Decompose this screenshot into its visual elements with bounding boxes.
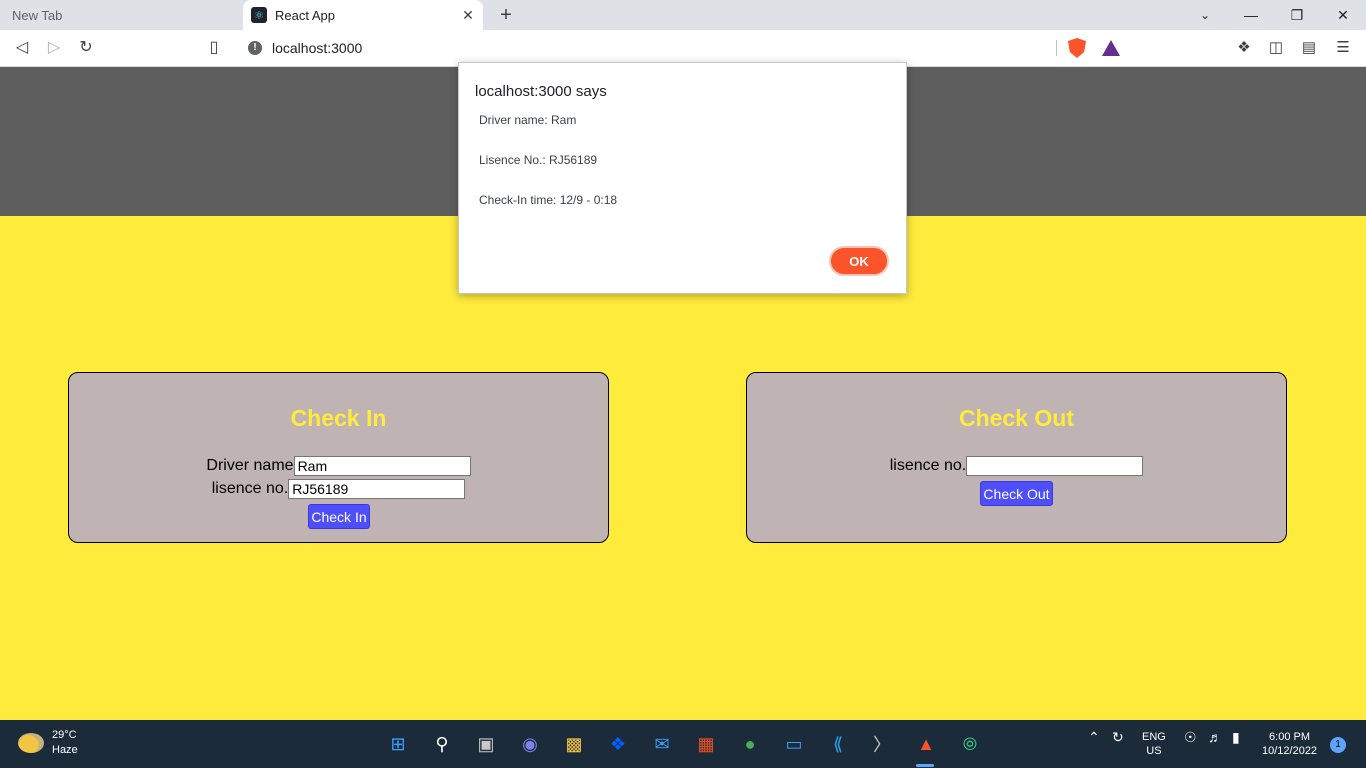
check-in-button[interactable]: Check In bbox=[308, 504, 370, 529]
chat-icon[interactable]: ◉ bbox=[516, 730, 544, 758]
clock-time: 6:00 PM bbox=[1269, 731, 1311, 743]
dialog-license-line: Lisence No.: RJ56189 bbox=[479, 153, 598, 167]
restore-button[interactable]: ❐ bbox=[1274, 0, 1320, 30]
temperature: 29°C bbox=[52, 729, 77, 741]
start-icon[interactable]: ⊞ bbox=[384, 730, 412, 758]
checkin-license-row: lisence no. bbox=[69, 479, 608, 499]
minimize-button[interactable]: — bbox=[1228, 0, 1274, 30]
sync-icon[interactable]: ↻ bbox=[1112, 730, 1124, 744]
url-text: localhost:3000 bbox=[272, 40, 363, 56]
alert-dialog: localhost:3000 says Driver name: Ram Lis… bbox=[458, 62, 907, 294]
tab-label: React App bbox=[275, 7, 335, 23]
checkout-license-row: lisence no. bbox=[747, 456, 1286, 476]
tab-react-app[interactable]: ⚛ React App ✕ bbox=[243, 0, 483, 30]
address-bar[interactable]: ! localhost:3000 bbox=[238, 34, 1128, 62]
store-icon[interactable]: ▦ bbox=[692, 730, 720, 758]
close-window-button[interactable]: ✕ bbox=[1320, 0, 1366, 30]
driver-name-row: Driver name bbox=[69, 456, 608, 476]
active-app-indicator bbox=[916, 764, 934, 767]
show-hidden-icons[interactable]: ⌃ bbox=[1088, 730, 1100, 744]
check-in-card: Check In Driver name lisence no. Check I… bbox=[68, 372, 609, 543]
close-tab-icon[interactable]: ✕ bbox=[459, 6, 477, 24]
react-icon: ⚛ bbox=[251, 7, 267, 23]
clock-date: 10/12/2022 bbox=[1262, 745, 1318, 757]
new-tab-button[interactable]: + bbox=[494, 3, 518, 27]
battery-icon[interactable]: ▮ bbox=[1232, 730, 1240, 744]
checkout-license-label: lisence no. bbox=[889, 457, 967, 474]
weather-widget[interactable]: 29°C Haze bbox=[18, 728, 78, 758]
dialog-title: localhost:3000 says bbox=[475, 83, 607, 100]
tab-label: New Tab bbox=[12, 7, 63, 23]
mongodb-icon[interactable]: ● bbox=[736, 730, 764, 758]
volume-icon[interactable]: ♬ bbox=[1208, 730, 1222, 744]
weather-icon bbox=[18, 733, 44, 753]
clock[interactable]: 6:00 PM 10/12/2022 bbox=[1262, 730, 1317, 758]
taskbar: 29°C Haze ⊞ ⚲ ▣ ◉ ▩ ❖ ✉ ▦ ● ▭ ⟪ 〉 ▲ ⦾ ⌃ … bbox=[0, 720, 1366, 768]
terminal-icon[interactable]: 〉 bbox=[868, 730, 896, 758]
mail-icon[interactable]: ✉ bbox=[648, 730, 676, 758]
vscode-icon[interactable]: ⟪ bbox=[824, 730, 852, 758]
check-in-title: Check In bbox=[290, 405, 387, 431]
brave-rewards-icon[interactable] bbox=[1102, 40, 1120, 56]
dropbox-icon[interactable]: ❖ bbox=[604, 730, 632, 758]
reload-icon[interactable]: ↻ bbox=[74, 36, 98, 60]
notification-badge[interactable]: 1 bbox=[1330, 737, 1346, 753]
checkin-license-input[interactable] bbox=[288, 479, 466, 499]
bookmark-icon[interactable]: ▯ bbox=[202, 36, 226, 60]
tab-new-tab[interactable]: New Tab bbox=[0, 0, 242, 30]
divider bbox=[1056, 40, 1057, 56]
dialog-checkin-time-line: Check-In time: 12/9 - 0:18 bbox=[479, 193, 618, 207]
dialog-driver-line: Driver name: Ram bbox=[479, 113, 577, 127]
forward-icon[interactable]: ▷ bbox=[42, 36, 66, 60]
check-out-title: Check Out bbox=[958, 405, 1075, 431]
check-out-button[interactable]: Check Out bbox=[980, 481, 1053, 506]
file-explorer-icon[interactable]: ▩ bbox=[560, 730, 588, 758]
tab-bar: New Tab ⚛ React App ✕ + ⌄ — ❐ ✕ bbox=[0, 0, 1366, 30]
ok-button[interactable]: OK bbox=[829, 246, 889, 276]
site-info-icon[interactable]: ! bbox=[248, 41, 262, 55]
back-icon[interactable]: ◁ bbox=[10, 36, 34, 60]
wallet-icon[interactable]: ▤ bbox=[1299, 38, 1319, 58]
driver-name-label: Driver name bbox=[206, 457, 294, 474]
search-icon[interactable]: ⚲ bbox=[428, 730, 456, 758]
sidebar-icon[interactable]: ◫ bbox=[1266, 38, 1286, 58]
remote-desktop-icon[interactable]: ▭ bbox=[780, 730, 808, 758]
region-code: US bbox=[1146, 745, 1162, 757]
tab-search-icon[interactable]: ⌄ bbox=[1182, 0, 1228, 30]
network-icon[interactable]: ☉ bbox=[1184, 730, 1197, 744]
edge-icon[interactable]: ⦾ bbox=[956, 730, 984, 758]
weather-condition: Haze bbox=[52, 744, 78, 756]
driver-name-input[interactable] bbox=[293, 456, 471, 476]
language-code: ENG bbox=[1142, 731, 1166, 743]
extensions-icon[interactable]: ❖ bbox=[1234, 38, 1254, 58]
checkin-license-label: lisence no. bbox=[211, 480, 289, 497]
checkout-license-input[interactable] bbox=[966, 456, 1144, 476]
menu-icon[interactable]: ☰ bbox=[1333, 38, 1353, 58]
language-indicator[interactable]: ENG US bbox=[1142, 730, 1166, 758]
brave-browser-icon[interactable]: ▲ bbox=[912, 730, 940, 758]
brave-shields-icon[interactable] bbox=[1068, 38, 1086, 58]
task-view-icon[interactable]: ▣ bbox=[472, 730, 500, 758]
check-out-card: Check Out lisence no. Check Out bbox=[746, 372, 1287, 543]
